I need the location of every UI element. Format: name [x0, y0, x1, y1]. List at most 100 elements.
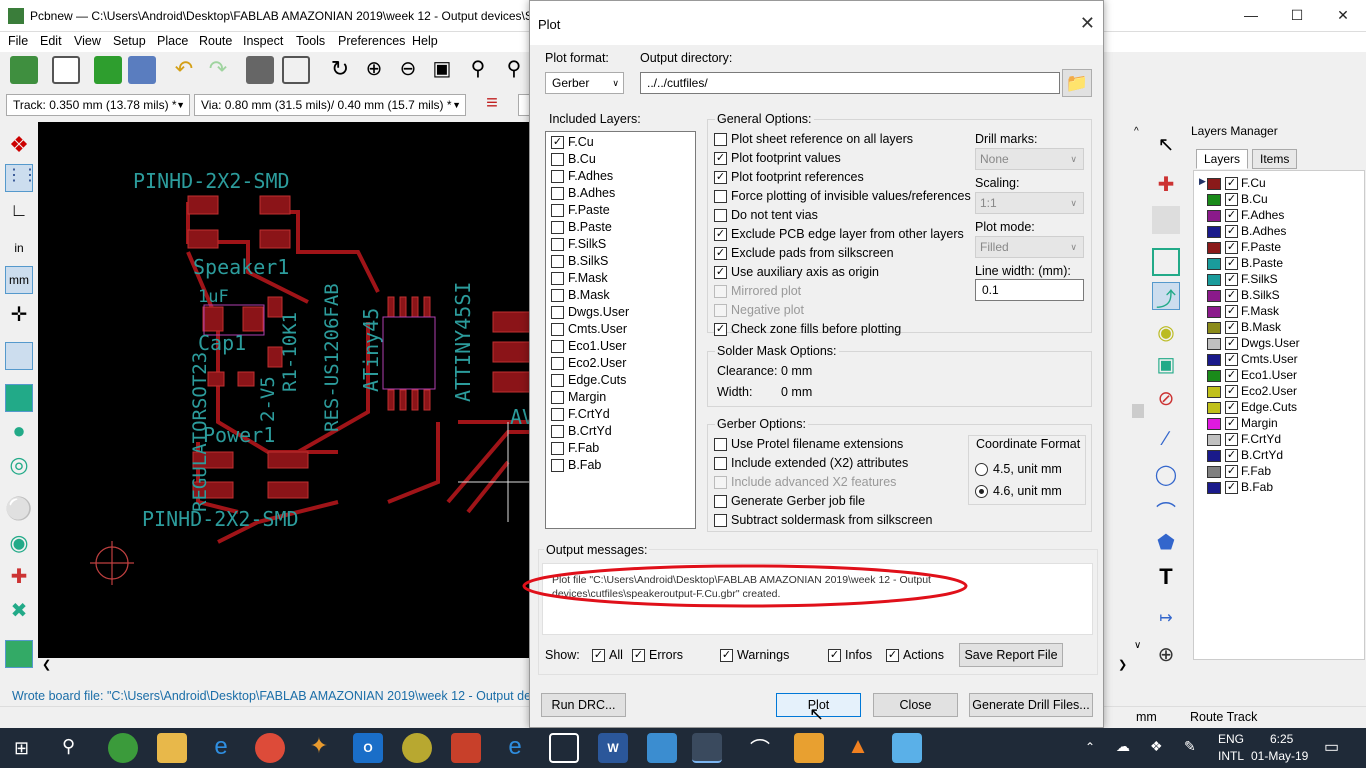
checkbox[interactable] — [714, 133, 727, 146]
graphic-circle-icon[interactable]: ◯ — [1152, 462, 1180, 490]
taskbar-word-icon[interactable]: W — [598, 733, 628, 763]
track-width-select[interactable]: Track: 0.350 mm (13.78 mils) * ▼ — [6, 94, 190, 116]
show-zones-icon[interactable]: ● — [5, 418, 33, 446]
taskbar-file-explorer-icon[interactable] — [157, 733, 187, 763]
checkbox[interactable] — [551, 289, 564, 302]
layer-visibility-checkbox[interactable]: ✓ — [1225, 401, 1238, 414]
layer-color-swatch[interactable] — [1207, 306, 1221, 318]
via-size-select[interactable]: Via: 0.80 mm (31.5 mils)/ 0.40 mm (15.7 … — [194, 94, 466, 116]
keyboard-layout-indicator[interactable]: INTL — [1218, 749, 1244, 763]
checkbox[interactable] — [551, 340, 564, 353]
layer-color-swatch[interactable] — [1207, 274, 1221, 286]
taskbar-chrome-icon[interactable] — [255, 733, 285, 763]
layer-visibility-checkbox[interactable]: ✓ — [1225, 449, 1238, 462]
checkbox[interactable] — [551, 153, 564, 166]
layer-color-swatch[interactable] — [1207, 194, 1221, 206]
save-report-button[interactable]: Save Report File — [959, 643, 1063, 667]
layer-color-swatch[interactable] — [1207, 354, 1221, 366]
checkbox[interactable]: ✓ — [714, 323, 727, 336]
layer-visibility-checkbox[interactable]: ✓ — [1225, 417, 1238, 430]
cursor-shape-icon[interactable]: ✛ — [5, 302, 33, 330]
curved-ratsnest-icon[interactable] — [5, 384, 33, 412]
taskbar-calculator-icon[interactable] — [647, 733, 677, 763]
menu-route[interactable]: Route — [199, 34, 232, 48]
vertical-scrollbar[interactable]: ^ ∨ — [1132, 124, 1146, 664]
close-icon[interactable]: ✕ — [1080, 13, 1095, 34]
local-ratsnest-icon[interactable] — [1152, 206, 1180, 234]
layer-color-swatch[interactable] — [1207, 338, 1221, 350]
footprint-editor-icon[interactable] — [94, 56, 122, 84]
checkbox[interactable]: ✓ — [592, 649, 605, 662]
layer-visibility-checkbox[interactable]: ✓ — [1225, 433, 1238, 446]
tab-layers[interactable]: Layers — [1196, 149, 1249, 169]
checkbox[interactable] — [714, 438, 727, 451]
drc-off-icon[interactable]: ❖ — [5, 132, 33, 160]
checkbox[interactable]: ✓ — [714, 266, 727, 279]
menu-setup[interactable]: Setup — [113, 34, 146, 48]
layer-visibility-checkbox[interactable]: ✓ — [1225, 353, 1238, 366]
language-indicator[interactable]: ENG — [1218, 732, 1244, 746]
checkbox[interactable] — [551, 357, 564, 370]
taskbar-globe2-icon[interactable] — [402, 733, 432, 763]
minimize-icon[interactable]: — — [1228, 0, 1274, 32]
layer-visibility-checkbox[interactable]: ✓ — [1225, 305, 1238, 318]
layer-visibility-checkbox[interactable]: ✓ — [1225, 225, 1238, 238]
checkbox[interactable]: ✓ — [714, 247, 727, 260]
layer-visibility-checkbox[interactable]: ✓ — [1225, 369, 1238, 382]
plot-icon[interactable] — [282, 56, 310, 84]
clock-time[interactable]: 6:25 — [1270, 732, 1293, 746]
taskbar-internet-explorer-icon[interactable]: e — [500, 733, 530, 763]
checkbox[interactable] — [714, 190, 727, 203]
layer-color-swatch[interactable] — [1207, 226, 1221, 238]
layer-visibility-checkbox[interactable]: ✓ — [1225, 289, 1238, 302]
maximize-icon[interactable]: ☐ — [1274, 0, 1320, 32]
checkbox[interactable] — [714, 495, 727, 508]
show-hidden-icons-chevron-icon[interactable]: ⌃ — [1085, 740, 1095, 754]
via-sketch-icon[interactable]: ◉ — [5, 530, 33, 558]
graphic-line-icon[interactable]: ∕ — [1152, 428, 1180, 456]
menu-help[interactable]: Help — [412, 34, 438, 48]
tab-items[interactable]: Items — [1252, 149, 1298, 169]
checkbox[interactable] — [551, 306, 564, 319]
pen-icon[interactable]: ✎ — [1184, 738, 1196, 755]
checkbox[interactable] — [551, 442, 564, 455]
layer-color-swatch[interactable] — [1207, 258, 1221, 270]
layer-color-swatch[interactable] — [1207, 386, 1221, 398]
zone-outline-icon[interactable]: ◎ — [5, 452, 33, 480]
place-origin-icon[interactable]: ⊕ — [1152, 642, 1180, 670]
checkbox[interactable] — [551, 408, 564, 421]
layer-visibility-checkbox[interactable]: ✓ — [1225, 177, 1238, 190]
route-track-icon[interactable]: ⤴ — [1152, 282, 1180, 311]
checkbox[interactable] — [551, 255, 564, 268]
pad-sketch-icon[interactable]: ⚪ — [5, 496, 33, 524]
layer-color-swatch[interactable] — [1207, 450, 1221, 462]
layers-manager-toggle-icon[interactable] — [5, 640, 33, 668]
scroll-right-icon[interactable]: ❯ — [1118, 658, 1127, 671]
graphic-arc-icon[interactable]: ⌒ — [1152, 496, 1180, 524]
plot-format-select[interactable]: Gerber ∨ — [545, 72, 624, 94]
layer-color-swatch[interactable] — [1207, 370, 1221, 382]
taskbar-tinkercad-icon[interactable] — [549, 733, 579, 763]
checkbox[interactable] — [551, 391, 564, 404]
checkbox[interactable] — [551, 221, 564, 234]
plot-mode-select[interactable]: Filled ∨ — [975, 236, 1084, 258]
checkbox[interactable]: ✓ — [632, 649, 645, 662]
zoom-in-icon[interactable]: ⊕ — [360, 56, 388, 84]
layer-color-swatch[interactable] — [1207, 434, 1221, 446]
checkbox[interactable] — [551, 425, 564, 438]
layer-visibility-checkbox[interactable]: ✓ — [1225, 321, 1238, 334]
zoom-out-icon[interactable]: ⊖ — [394, 56, 422, 84]
layer-visibility-checkbox[interactable]: ✓ — [1225, 193, 1238, 206]
taskbar-kicad-icon[interactable]: ⌒ — [745, 733, 775, 763]
find-icon[interactable]: ⚲ — [500, 56, 528, 84]
taskbar-outlook-icon[interactable]: O — [353, 733, 383, 763]
layer-color-swatch[interactable] — [1207, 482, 1221, 494]
mm-units-icon[interactable]: mm — [5, 266, 33, 294]
select-arrow-icon[interactable]: ↖ — [1152, 132, 1180, 160]
layer-color-swatch[interactable] — [1207, 466, 1221, 478]
notifications-icon[interactable]: ▭ — [1324, 737, 1339, 757]
checkbox[interactable] — [714, 514, 727, 527]
windows-start-icon[interactable]: ⊞ — [14, 738, 29, 759]
close-window-icon[interactable]: ✕ — [1320, 0, 1366, 32]
horizontal-scrollbar[interactable]: ❮ — [38, 658, 530, 672]
